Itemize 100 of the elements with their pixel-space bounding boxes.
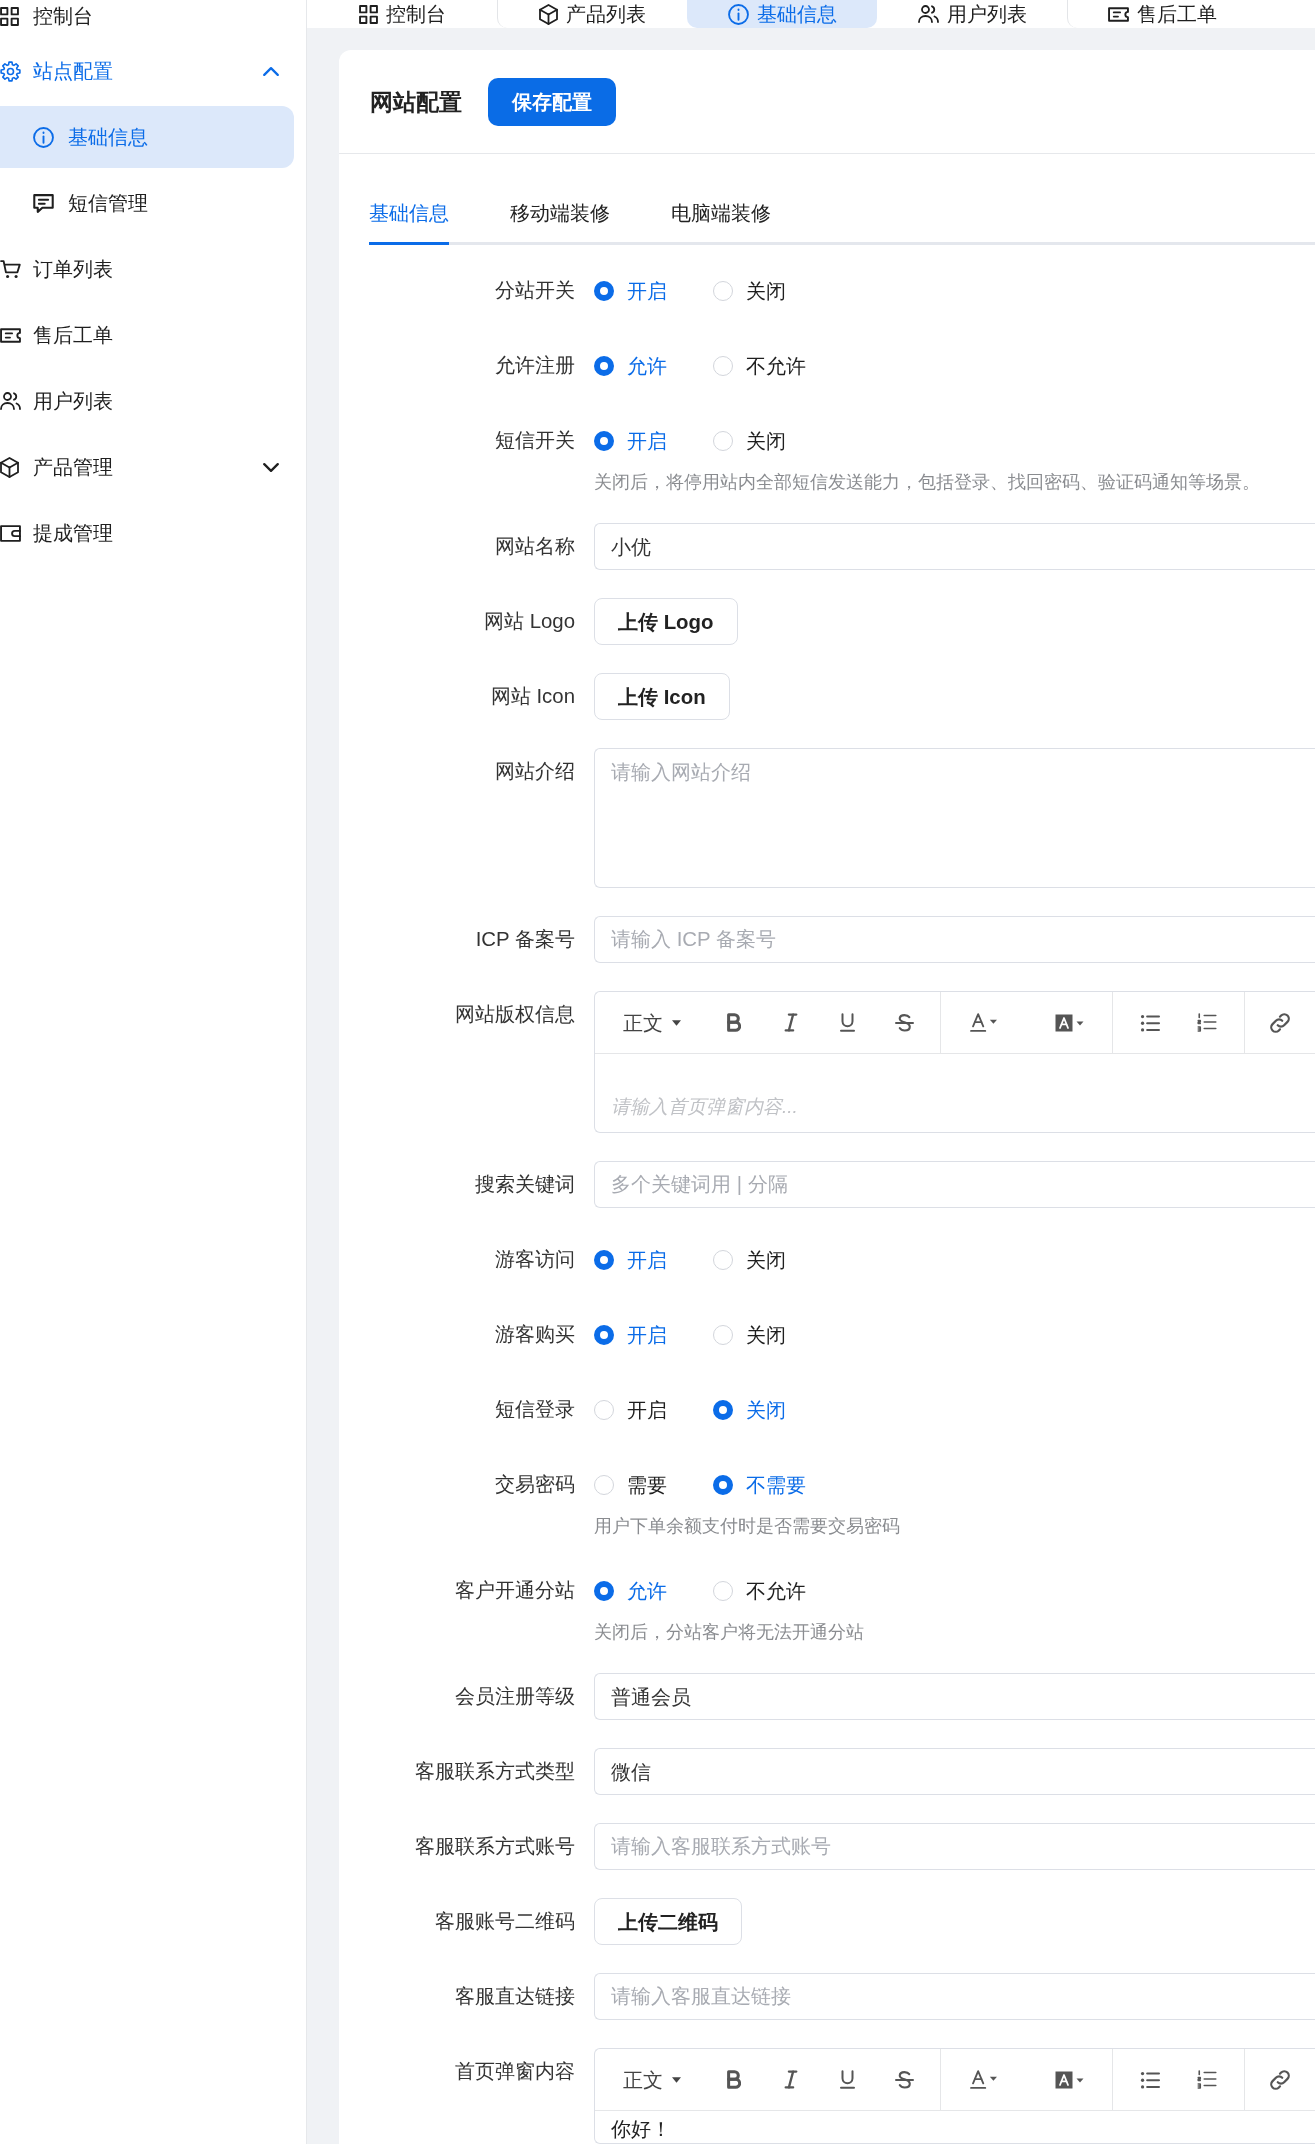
radio-button[interactable] [594,280,614,301]
sidebar-item[interactable]: 短信管理 [0,172,294,234]
radio-label[interactable]: 关闭 [746,1321,786,1348]
radio-label[interactable]: 开启 [627,427,667,454]
link-icon[interactable] [1269,2069,1290,2090]
italic-icon[interactable] [783,2070,798,2089]
text-input[interactable]: 小优 [594,523,1315,570]
radio-button[interactable] [594,1324,614,1345]
bullet-list-icon[interactable] [1139,2070,1160,2089]
textarea-field[interactable]: 请输入网站介绍 [594,748,1315,888]
link-icon[interactable] [1269,1012,1290,1033]
radio-label[interactable]: 关闭 [746,1246,786,1273]
text-input[interactable]: 普通会员 [594,1673,1315,1720]
radio-label[interactable]: 关闭 [746,277,786,304]
help-text: 关闭后，分站客户将无法开通分站 [594,1621,865,1644]
save-button[interactable]: 保存配置 [488,78,616,126]
radio-label[interactable]: 允许 [627,1577,667,1604]
radio-button[interactable] [594,430,614,451]
sidebar-item[interactable]: 控制台 [0,0,294,32]
highlight-color-icon[interactable] [1054,1013,1084,1032]
sidebar-item[interactable]: 站点配置 [0,40,294,102]
caret-down-icon [672,1019,681,1026]
radio-label[interactable]: 关闭 [746,427,786,454]
field-label: 游客购买 [494,1322,575,1347]
numbered-list-icon[interactable] [1196,2070,1217,2089]
radio-label[interactable]: 开启 [627,1321,667,1348]
field-label: 搜索关键词 [474,1172,575,1197]
strikethrough-icon[interactable] [895,2070,914,2089]
text-input[interactable]: 请输入客服联系方式账号 [594,1823,1315,1870]
text-input[interactable]: 请输入客服直达链接 [594,1973,1315,2020]
page-tab[interactable]: 售后工单 [1067,0,1257,28]
field-label: 分站开关 [494,278,575,303]
users-icon [0,392,21,410]
field-label: 网站介绍 [494,759,575,784]
page-tab[interactable]: 用户列表 [877,0,1067,28]
upload-button[interactable]: 上传 Icon [594,673,730,720]
info-icon [33,126,54,148]
heading-select[interactable]: 正文 [595,992,705,1053]
sidebar-item[interactable]: 基础信息 [0,106,294,168]
text-input[interactable]: 微信 [594,1748,1315,1795]
sidebar-item[interactable]: 售后工单 [0,304,294,366]
field-label: ICP 备案号 [474,927,575,952]
sidebar-item[interactable]: 产品管理 [0,436,294,498]
radio-label[interactable]: 开启 [627,277,667,304]
highlight-color-icon[interactable] [1054,2070,1084,2089]
radio-button[interactable] [594,1249,614,1270]
sidebar-item[interactable]: 提成管理 [0,502,294,564]
page-tab[interactable]: 基础信息 [687,0,877,28]
page-tab[interactable]: 产品列表 [497,0,687,28]
bullet-list-icon[interactable] [1139,1013,1160,1032]
info-icon [727,3,749,25]
grid-icon [0,6,19,26]
card-title: 网站配置 [370,88,462,117]
tab[interactable]: 电脑端装修 [671,184,771,245]
strikethrough-icon[interactable] [895,1013,914,1032]
heading-select[interactable]: 正文 [595,2049,705,2110]
radio-label[interactable]: 关闭 [746,1396,786,1423]
tab[interactable]: 基础信息 [369,184,449,245]
radio-label[interactable]: 不允许 [746,1577,806,1604]
radio-button[interactable] [594,355,614,376]
radio-button[interactable] [594,1580,614,1601]
ticket-icon [1108,6,1129,22]
upload-button[interactable]: 上传 Logo [594,598,738,645]
bold-icon[interactable] [726,2070,741,2089]
chevron-down-icon[interactable] [263,462,279,472]
gear-icon [0,60,21,82]
field-label: 客服账号二维码 [434,1909,575,1934]
sidebar-item[interactable]: 用户列表 [0,370,294,432]
field-label: 网站 Icon [489,684,575,709]
cube-icon [0,456,19,478]
field-label: 客户开通分站 [454,1578,575,1603]
radio-label[interactable]: 允许 [627,352,667,379]
field-label: 网站版权信息 [454,1002,575,1027]
upload-button[interactable]: 上传二维码 [594,1898,742,1945]
numbered-list-icon[interactable] [1196,1013,1217,1032]
chevron-up-icon[interactable] [263,66,279,76]
page-tab[interactable]: 控制台 [307,0,497,28]
radio-button[interactable] [713,1474,733,1495]
bold-icon[interactable] [726,1013,741,1032]
italic-icon[interactable] [783,1013,798,1032]
radio-button[interactable] [713,1399,733,1420]
tab[interactable]: 移动端装修 [510,184,610,245]
field-label: 首页弹窗内容 [454,2059,575,2084]
underline-icon[interactable] [840,2070,855,2089]
text-input[interactable]: 多个关键词用 | 分隔 [594,1161,1315,1208]
radio-label[interactable]: 开启 [627,1246,667,1273]
cube-icon [539,3,558,25]
radio-label[interactable]: 开启 [627,1396,667,1423]
underline-icon[interactable] [840,1013,855,1032]
help-text: 用户下单余额支付时是否需要交易密码 [594,1515,901,1538]
font-color-icon[interactable] [969,1013,998,1032]
text-input[interactable]: 请输入 ICP 备案号 [594,916,1315,963]
font-color-icon[interactable] [969,2070,998,2089]
cart-icon [0,259,21,279]
sidebar-item[interactable]: 订单列表 [0,238,294,300]
caret-down-icon [672,2076,681,2083]
radio-label[interactable]: 不允许 [746,352,806,379]
radio-label[interactable]: 需要 [627,1471,667,1498]
editor-field[interactable]: 你好！ [595,2111,1315,2143]
radio-label[interactable]: 不需要 [746,1471,806,1498]
